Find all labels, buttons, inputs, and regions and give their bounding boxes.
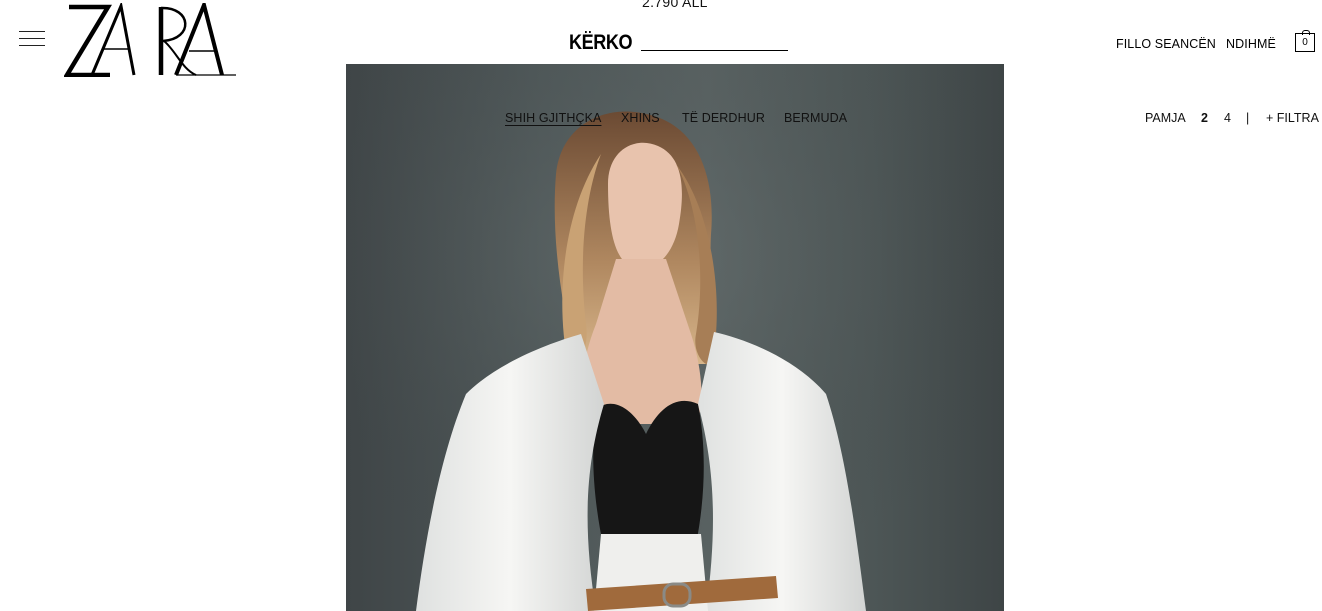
view-option-4[interactable]: 4: [1224, 111, 1231, 125]
top-price-text: 2.790 ALL: [642, 0, 708, 10]
tab-bermuda[interactable]: BERMUDA: [784, 111, 847, 125]
hero-image[interactable]: [346, 64, 1004, 611]
cart-icon[interactable]: 0: [1295, 30, 1315, 52]
view-option-2[interactable]: 2: [1201, 111, 1208, 125]
view-label: PAMJA: [1145, 111, 1186, 125]
filters-button[interactable]: + FILTRA: [1266, 111, 1319, 125]
tab-view-all[interactable]: SHIH GJITHÇKA: [505, 111, 601, 125]
menu-icon[interactable]: [19, 31, 45, 47]
tab-jeans[interactable]: XHINS: [621, 111, 660, 125]
search-label[interactable]: KËRKO: [569, 31, 633, 55]
model-photo-icon: [346, 64, 1004, 611]
help-link[interactable]: NDIHMË: [1226, 37, 1276, 51]
zara-logo[interactable]: [64, 3, 236, 77]
login-link[interactable]: FILLO SEANCËN: [1116, 37, 1216, 51]
tab-flared[interactable]: TË DERDHUR: [682, 111, 765, 125]
search-underline: [641, 50, 788, 51]
view-separator: |: [1246, 111, 1250, 125]
